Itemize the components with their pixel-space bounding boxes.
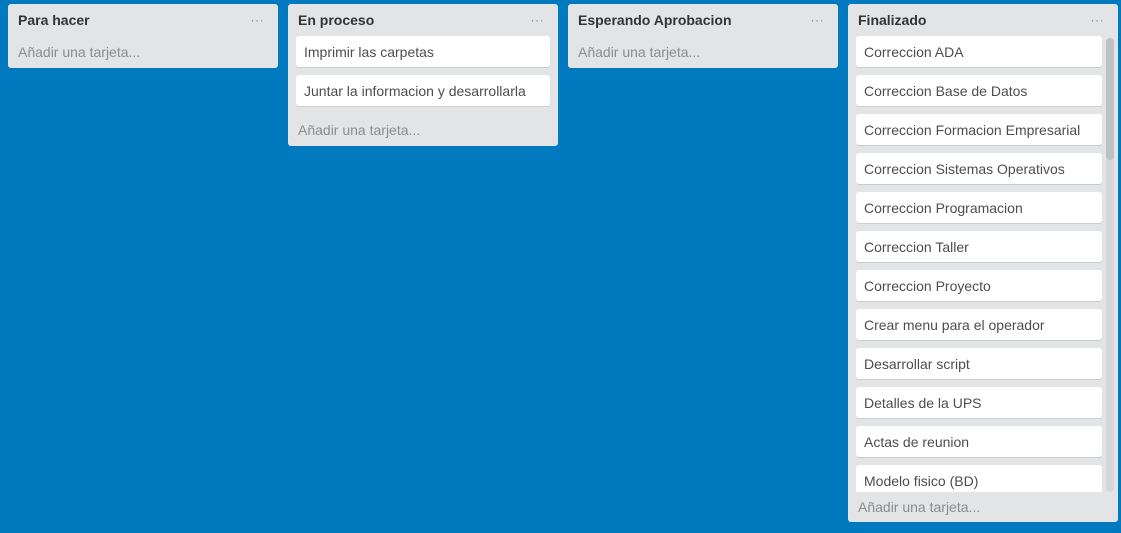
card[interactable]: Correccion Formacion Empresarial	[856, 114, 1102, 145]
board: Para hacer ··· Añadir una tarjeta... En …	[8, 4, 1118, 522]
card[interactable]: Correccion ADA	[856, 36, 1102, 67]
list-menu-icon[interactable]: ···	[1087, 12, 1109, 28]
card[interactable]: Modelo fisico (BD)	[856, 465, 1102, 492]
card[interactable]: Correccion Proyecto	[856, 270, 1102, 301]
scrollbar[interactable]	[1106, 38, 1114, 492]
list-finalizado: Finalizado ··· Correccion ADA Correccion…	[848, 4, 1118, 522]
list-header: En proceso ···	[288, 4, 558, 36]
list-menu-icon[interactable]: ···	[527, 12, 549, 28]
list-title[interactable]: En proceso	[298, 12, 374, 28]
card[interactable]: Actas de reunion	[856, 426, 1102, 457]
card[interactable]: Correccion Base de Datos	[856, 75, 1102, 106]
list-para-hacer: Para hacer ··· Añadir una tarjeta...	[8, 4, 278, 68]
list-header: Para hacer ···	[8, 4, 278, 36]
list-title[interactable]: Finalizado	[858, 12, 926, 28]
scrollbar-thumb[interactable]	[1106, 38, 1114, 160]
add-card-button[interactable]: Añadir una tarjeta...	[8, 36, 278, 68]
card[interactable]: Correccion Taller	[856, 231, 1102, 262]
add-card-button[interactable]: Añadir una tarjeta...	[568, 36, 838, 68]
list-en-proceso: En proceso ··· Imprimir las carpetas Jun…	[288, 4, 558, 146]
list-menu-icon[interactable]: ···	[247, 12, 269, 28]
add-card-button[interactable]: Añadir una tarjeta...	[288, 114, 558, 146]
list-menu-icon[interactable]: ···	[807, 12, 829, 28]
card[interactable]: Correccion Programacion	[856, 192, 1102, 223]
add-card-button[interactable]: Añadir una tarjeta...	[848, 492, 1118, 522]
card[interactable]: Juntar la informacion y desarrollarla	[296, 75, 550, 106]
list-title[interactable]: Para hacer	[18, 12, 90, 28]
list-header: Esperando Aprobacion ···	[568, 4, 838, 36]
list-header: Finalizado ···	[848, 4, 1118, 36]
card[interactable]: Desarrollar script	[856, 348, 1102, 379]
card-list: Imprimir las carpetas Juntar la informac…	[288, 36, 558, 106]
card[interactable]: Correccion Sistemas Operativos	[856, 153, 1102, 184]
list-esperando-aprobacion: Esperando Aprobacion ··· Añadir una tarj…	[568, 4, 838, 68]
card[interactable]: Crear menu para el operador	[856, 309, 1102, 340]
card[interactable]: Detalles de la UPS	[856, 387, 1102, 418]
list-title[interactable]: Esperando Aprobacion	[578, 12, 732, 28]
card[interactable]: Imprimir las carpetas	[296, 36, 550, 67]
card-list: Correccion ADA Correccion Base de Datos …	[848, 36, 1118, 492]
